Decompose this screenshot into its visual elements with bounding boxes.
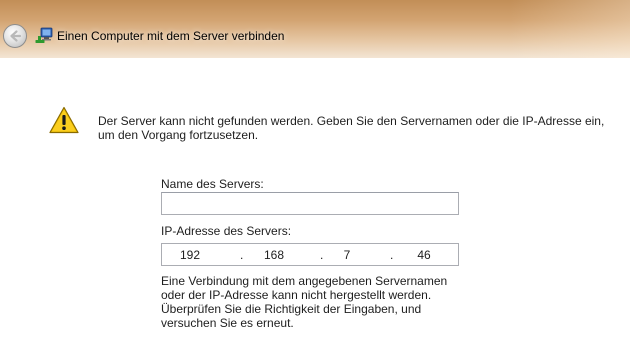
ip-address-label: IP-Adresse des Servers: — [161, 224, 292, 238]
network-computer-icon — [35, 27, 53, 43]
window-title: Einen Computer mit dem Server verbinden — [57, 29, 285, 43]
error-message: Eine Verbindung mit dem angegebenen Serv… — [161, 274, 448, 330]
back-button[interactable] — [3, 24, 27, 48]
ip-dot-1: . — [240, 248, 244, 262]
warning-icon — [49, 106, 79, 134]
server-name-label: Name des Servers: — [161, 177, 264, 191]
info-message: Der Server kann nicht gefunden werden. G… — [98, 114, 605, 142]
ip-octet-4[interactable]: 46 — [409, 248, 439, 262]
title-bar: Einen Computer mit dem Server verbinden — [0, 0, 630, 58]
server-name-input[interactable] — [161, 192, 459, 215]
ip-octet-2[interactable]: 168 — [259, 248, 289, 262]
ip-octet-3[interactable]: 7 — [332, 248, 362, 262]
ip-address-field[interactable]: 192 . 168 . 7 . 46 — [161, 243, 459, 266]
ip-dot-2: . — [320, 248, 324, 262]
ip-octet-1[interactable]: 192 — [175, 248, 205, 262]
back-arrow-icon — [10, 30, 22, 42]
ip-dot-3: . — [390, 248, 394, 262]
